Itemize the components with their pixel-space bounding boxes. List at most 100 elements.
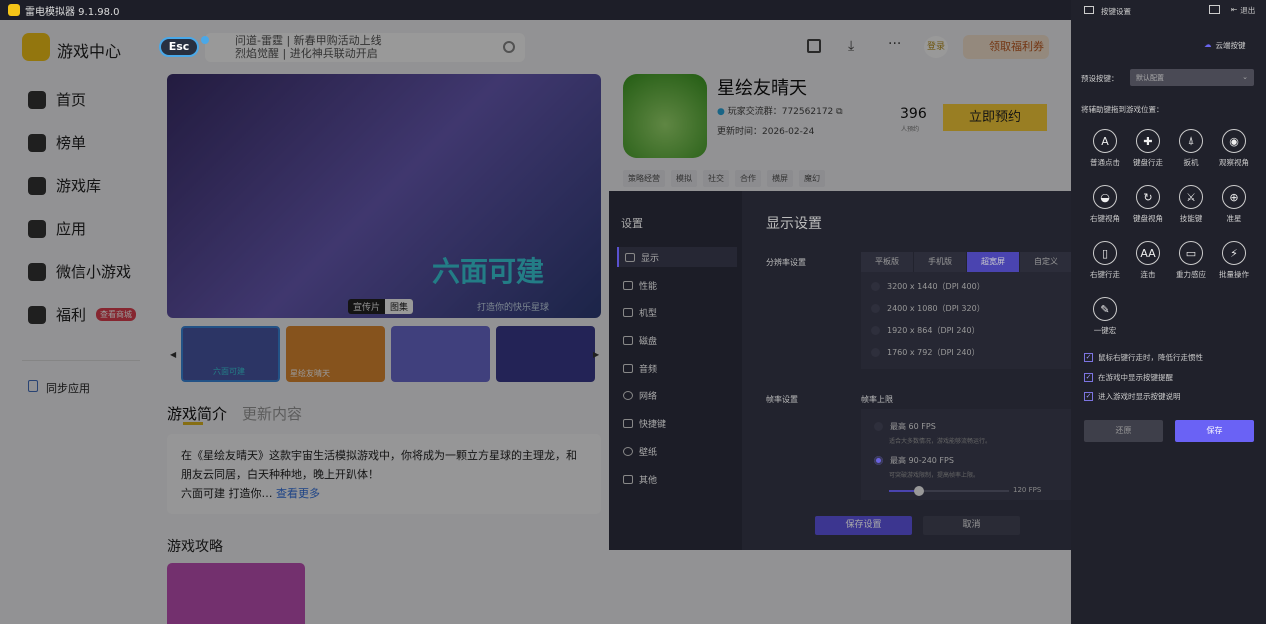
cloud-keys-button[interactable]: ☁ 云端按键 xyxy=(1204,40,1246,51)
option-show-key-guide[interactable]: ✓ 进入游戏时显示按键说明 xyxy=(1084,391,1181,402)
thumbnail[interactable] xyxy=(496,326,595,382)
resolution-option[interactable]: 1760 x 792（DPI 240） xyxy=(871,347,980,358)
key-tool-2[interactable]: ⍋ 扳机 xyxy=(1170,129,1212,168)
key-tool-8[interactable]: ▯ 右键行走 xyxy=(1084,241,1126,280)
nav-other[interactable]: 其他 xyxy=(617,469,737,489)
tag[interactable]: 魔幻 xyxy=(799,170,825,187)
tab-updates[interactable]: 更新内容 xyxy=(242,403,302,424)
key-tool-0[interactable]: A 普通点击 xyxy=(1084,129,1126,168)
close-icon[interactable] xyxy=(201,36,209,44)
tab-trailer[interactable]: 宣传片 xyxy=(348,299,385,314)
calendar-icon[interactable] xyxy=(807,39,821,53)
tag[interactable]: 策略经营 xyxy=(623,170,665,187)
key-tool-3[interactable]: ◉ 观察视角 xyxy=(1213,129,1255,168)
login-button[interactable]: 登录 xyxy=(924,36,948,58)
tag[interactable]: 模拟 xyxy=(671,170,697,187)
nav-shortcuts[interactable]: 快捷键 xyxy=(617,413,737,433)
slider-thumb[interactable] xyxy=(914,486,924,496)
key-tool-label: 重力感应 xyxy=(1176,270,1206,279)
nav-disk[interactable]: 磁盘 xyxy=(617,330,737,350)
tab-intro[interactable]: 游戏简介 xyxy=(167,403,227,424)
sidebar-item-home[interactable]: 首页 xyxy=(28,89,86,110)
copy-icon[interactable]: ⧉ xyxy=(836,107,842,117)
key-tool-10[interactable]: ▭ 重力感应 xyxy=(1170,241,1212,280)
reset-button[interactable]: 还原 xyxy=(1084,420,1163,442)
search-icon[interactable] xyxy=(503,41,515,53)
fps-option-60[interactable]: 最高 60 FPS xyxy=(874,421,936,432)
search-suggestion[interactable]: 烈焰觉醒 | 进化神兵联动开启 xyxy=(235,47,525,60)
key-tool-5[interactable]: ↻ 键盘视角 xyxy=(1127,185,1169,224)
nav-performance[interactable]: 性能 xyxy=(617,275,737,295)
sidebar-item-wechat[interactable]: 微信小游戏 xyxy=(28,261,131,282)
thumbnail[interactable]: 六面可建 xyxy=(181,326,280,382)
key-tool-icon: ⊕ xyxy=(1222,185,1246,209)
checkbox-checked[interactable]: ✓ xyxy=(1084,353,1093,362)
performance-icon xyxy=(623,280,633,290)
radio[interactable] xyxy=(871,348,880,357)
key-tool-11[interactable]: ⚡ 批量操作 xyxy=(1213,241,1255,280)
resolution-option[interactable]: 2400 x 1080（DPI 320） xyxy=(871,303,985,314)
res-tab-tablet[interactable]: 平板版 xyxy=(861,252,913,272)
save-button[interactable]: 保存 xyxy=(1175,420,1254,442)
label: 3200 x 1440（DPI 400） xyxy=(887,282,985,291)
banner-image[interactable]: 六面可建 打造你的快乐星球 宣传片 图集 xyxy=(167,74,601,318)
tag[interactable]: 社交 xyxy=(703,170,729,187)
cancel-button[interactable]: 取消 xyxy=(923,516,1020,535)
prev-arrow-icon[interactable]: ◀ xyxy=(170,350,176,359)
search-suggestion[interactable]: 问道-雷霆 | 新春甲购活动上线 xyxy=(235,34,525,47)
key-tool-6[interactable]: ⚔ 技能键 xyxy=(1170,185,1212,224)
thumbnail[interactable] xyxy=(391,326,490,382)
next-arrow-icon[interactable]: ▶ xyxy=(593,350,599,359)
sidebar-item-apps[interactable]: 应用 xyxy=(28,218,86,239)
thumbnail[interactable]: 星绘友晴天 xyxy=(286,326,385,382)
res-tab-ultrawide[interactable]: 超宽屏 xyxy=(967,252,1019,272)
option-show-key-hints[interactable]: ✓ 在游戏中显示按键提醒 xyxy=(1084,372,1173,383)
resolution-option[interactable]: 1920 x 864（DPI 240） xyxy=(871,325,980,336)
more-icon[interactable]: ··· xyxy=(888,36,901,52)
see-more-link[interactable]: 查看更多 xyxy=(276,487,320,500)
fps-slider[interactable] xyxy=(889,486,1009,496)
radio-selected[interactable] xyxy=(874,456,883,465)
key-tool-1[interactable]: ✚ 键盘行走 xyxy=(1127,129,1169,168)
tab-gallery[interactable]: 图集 xyxy=(385,299,414,314)
tag[interactable]: 横屏 xyxy=(767,170,793,187)
chevron-down-icon: ⌄ xyxy=(1242,73,1248,81)
key-tool-9[interactable]: AA 连击 xyxy=(1127,241,1169,280)
exit-button[interactable]: ⇤ 退出 xyxy=(1231,5,1255,16)
nav-display[interactable]: 显示 xyxy=(617,247,737,267)
folder-icon[interactable] xyxy=(1209,5,1220,14)
guide-image[interactable] xyxy=(167,563,305,624)
checkbox-checked[interactable]: ✓ xyxy=(1084,392,1093,401)
reserve-button[interactable]: 立即预约 xyxy=(943,104,1047,131)
sync-apps-button[interactable]: 同步应用 xyxy=(28,380,90,396)
nav-network[interactable]: 网络 xyxy=(617,385,737,405)
nav-wallpaper[interactable]: 壁纸 xyxy=(617,441,737,461)
sidebar-item-welfare[interactable]: 福利 查看商城 xyxy=(28,304,137,325)
res-tab-phone[interactable]: 手机版 xyxy=(914,252,966,272)
download-icon[interactable]: ⤓ xyxy=(848,38,854,54)
search-input[interactable]: 问道-雷霆 | 新春甲购活动上线 烈焰觉醒 | 进化神兵联动开启 xyxy=(205,33,525,62)
sidebar-item-library[interactable]: 游戏库 xyxy=(28,175,101,196)
reserve-count-label: 人预约 xyxy=(901,126,920,133)
res-tab-custom[interactable]: 自定义 xyxy=(1020,252,1072,272)
checkbox-checked[interactable]: ✓ xyxy=(1084,373,1093,382)
preset-select[interactable]: 默认配置 ⌄ xyxy=(1130,69,1254,86)
save-settings-button[interactable]: 保存设置 xyxy=(815,516,912,535)
key-tool-label: 键盘视角 xyxy=(1133,214,1163,223)
nav-audio[interactable]: 音频 xyxy=(617,358,737,378)
key-tool-4[interactable]: ◒ 右键视角 xyxy=(1084,185,1126,224)
tag[interactable]: 合作 xyxy=(735,170,761,187)
key-tool-12[interactable]: ✎ 一键宏 xyxy=(1084,297,1126,336)
option-reduce-inertia[interactable]: ✓ 鼠标右键行走时，降低行走惯性 xyxy=(1084,352,1203,363)
radio[interactable] xyxy=(871,282,880,291)
key-tool-7[interactable]: ⊕ 准星 xyxy=(1213,185,1255,224)
coupon-button[interactable]: 领取福利券 xyxy=(963,35,1049,59)
resolution-option[interactable]: 3200 x 1440（DPI 400） xyxy=(871,281,985,292)
radio[interactable] xyxy=(871,304,880,313)
fps-option-240[interactable]: 最高 90-240 FPS xyxy=(874,455,954,466)
nav-model[interactable]: 机型 xyxy=(617,302,737,322)
esc-key-hint[interactable]: Esc xyxy=(159,37,199,57)
sidebar-item-rank[interactable]: 榜单 xyxy=(28,132,86,153)
radio[interactable] xyxy=(874,422,883,431)
radio[interactable] xyxy=(871,326,880,335)
